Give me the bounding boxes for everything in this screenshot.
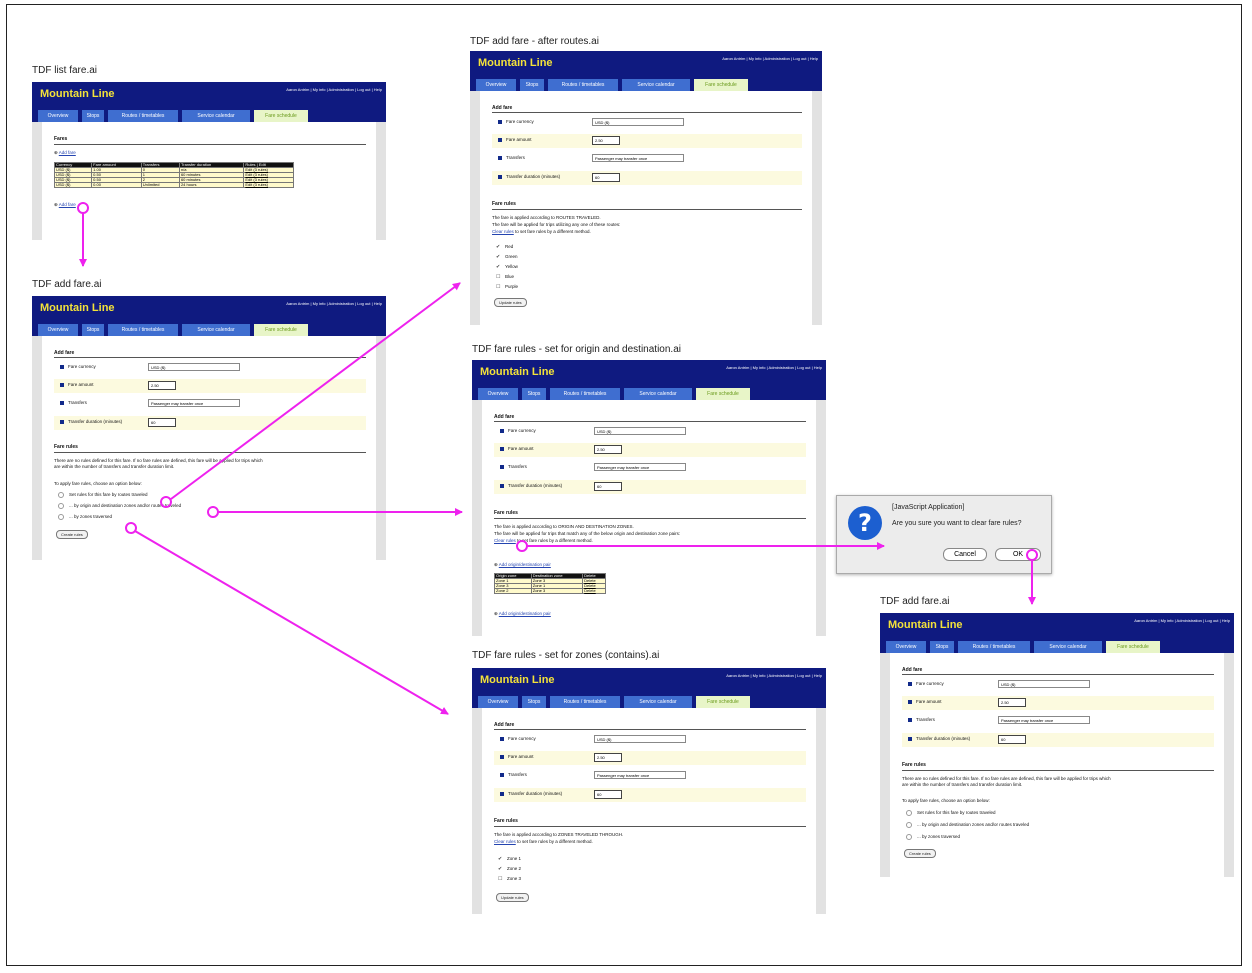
arrow-to-routes (170, 282, 461, 500)
click-marker (160, 496, 172, 508)
click-marker (125, 522, 137, 534)
click-marker (1026, 549, 1038, 561)
flow-arrows (77, 202, 1038, 715)
click-marker (207, 506, 219, 518)
click-marker (77, 202, 89, 214)
click-marker (516, 540, 528, 552)
arrow-to-zones (134, 530, 449, 715)
